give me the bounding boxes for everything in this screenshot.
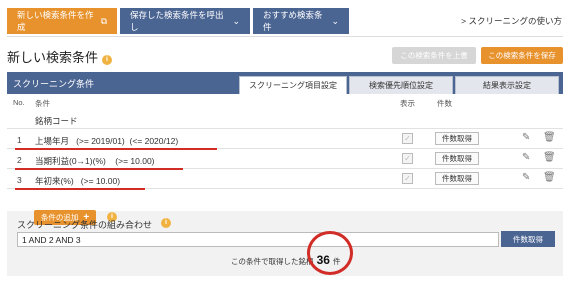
edit-icon[interactable]: ✎ [522,152,534,164]
page-title-text: 新しい検索条件 [7,50,99,65]
row-condition[interactable]: 上場年月 (>= 2019/01) (<= 2020/12) [35,135,178,147]
annotation-underline [15,188,145,190]
page-title: 新しい検索条件 i [7,47,113,66]
trash-icon[interactable]: 🗑 [543,132,556,144]
trash-icon[interactable]: 🗑 [543,172,556,184]
recommended-label: おすすめ検索条件 [263,10,323,32]
chevron-down-icon: ⌄ [331,15,339,26]
count-button[interactable]: 件数取得 [435,152,479,165]
row-number: 1 [17,135,22,145]
row-number: 3 [17,175,22,185]
display-checkbox[interactable]: ✓ [402,133,413,144]
count-button[interactable]: 件数取得 [435,172,479,185]
annotation-underline [15,168,183,170]
overwrite-button[interactable]: この検索条件を上書 [392,47,476,64]
new-condition-button[interactable]: 新しい検索条件を作成 ⧉ [7,8,117,34]
tab-priority-settings[interactable]: 検索優先順位設定 [349,76,453,94]
load-saved-button[interactable]: 保存した検索条件を呼出し ⌄ [120,8,250,34]
column-header-display: 表示 [400,99,415,108]
edit-icon[interactable]: ✎ [522,172,534,184]
info-icon[interactable]: i [102,55,113,65]
row-number: 2 [17,155,22,165]
save-button[interactable]: この検索条件を保存 [481,47,563,64]
load-saved-label: 保存した検索条件を呼出し [130,10,224,32]
condition-table: No. 条件 表示 件数 銘柄コード 1 上場年月 (>= 2019/01) (… [7,94,563,225]
edit-icon[interactable]: ✎ [522,132,534,144]
screening-panel: スクリーニング条件 スクリーニング項目設定 検索優先順位設定 結果表示設定 No… [7,72,563,276]
table-row-fixed: 銘柄コード [7,110,563,129]
panel-header: スクリーニング条件 スクリーニング項目設定 検索優先順位設定 結果表示設定 [7,72,563,94]
tab-item-settings[interactable]: スクリーニング項目設定 [239,76,347,94]
annotation-circle [307,231,353,275]
fixed-condition: 銘柄コード [35,116,78,126]
table-row: 2 当期利益(0→1)(%) (>= 10.00) ✓ 件数取得 ✎ 🗑 [7,150,563,169]
howto-link[interactable]: > スクリーニングの使い方 [461,15,562,27]
count-button[interactable]: 件数取得 [435,132,479,145]
tab-result-settings[interactable]: 結果表示設定 [455,76,559,94]
column-header-no: No. [13,98,25,107]
top-nav: 新しい検索条件を作成 ⧉ 保存した検索条件を呼出し ⌄ おすすめ検索条件 ⌄ [7,8,352,34]
new-condition-label: 新しい検索条件を作成 [17,10,94,32]
display-checkbox[interactable]: ✓ [402,153,413,164]
combination-input[interactable] [17,232,499,247]
info-icon[interactable]: i [161,218,171,228]
table-row: 3 年初来(%) (>= 10.00) ✓ 件数取得 ✎ 🗑 [7,170,563,189]
trash-icon[interactable]: 🗑 [543,152,556,164]
panel-title: スクリーニング条件 [13,79,95,89]
row-condition[interactable]: 当期利益(0→1)(%) (>= 10.00) [35,155,155,167]
combination-label: スクリーニング条件の組み合わせ [17,220,153,230]
row-condition[interactable]: 年初来(%) (>= 10.00) [35,175,120,187]
chevron-down-icon: ⌄ [232,15,240,26]
copy-icon: ⧉ [100,15,107,26]
display-checkbox[interactable]: ✓ [402,173,413,184]
result-prefix: この条件で取得した銘柄 [231,257,314,266]
recommended-button[interactable]: おすすめ検索条件 ⌄ [253,8,349,34]
combination-count-button[interactable]: 件数取得 [501,231,555,247]
column-header-count: 件数 [437,99,452,108]
divider [7,36,563,37]
column-header-condition: 条件 [35,99,50,108]
annotation-underline [15,148,217,150]
table-row: 1 上場年月 (>= 2019/01) (<= 2020/12) ✓ 件数取得 … [7,130,563,149]
